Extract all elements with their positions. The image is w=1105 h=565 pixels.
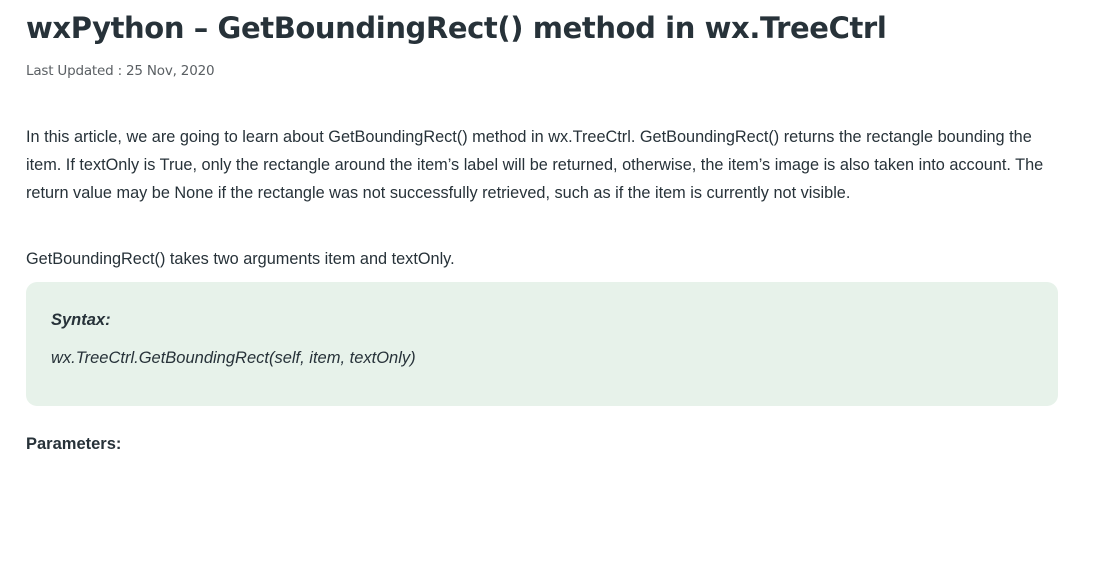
syntax-label: Syntax: (51, 311, 111, 329)
intro-paragraph: In this article, we are going to learn a… (26, 128, 1044, 202)
parameters-heading: Parameters: (26, 435, 122, 453)
syntax-block: Syntax: wx.TreeCtrl.GetBoundingRect(self… (26, 282, 1058, 406)
arguments-paragraph: GetBoundingRect() takes two arguments it… (26, 250, 455, 268)
article-container: wxPython – GetBoundingRect() method in w… (0, 0, 1105, 565)
syntax-code: wx.TreeCtrl.GetBoundingRect(self, item, … (51, 349, 416, 367)
last-updated-date: Last Updated : 25 Nov, 2020 (26, 63, 215, 79)
page-title: wxPython – GetBoundingRect() method in w… (26, 11, 887, 45)
